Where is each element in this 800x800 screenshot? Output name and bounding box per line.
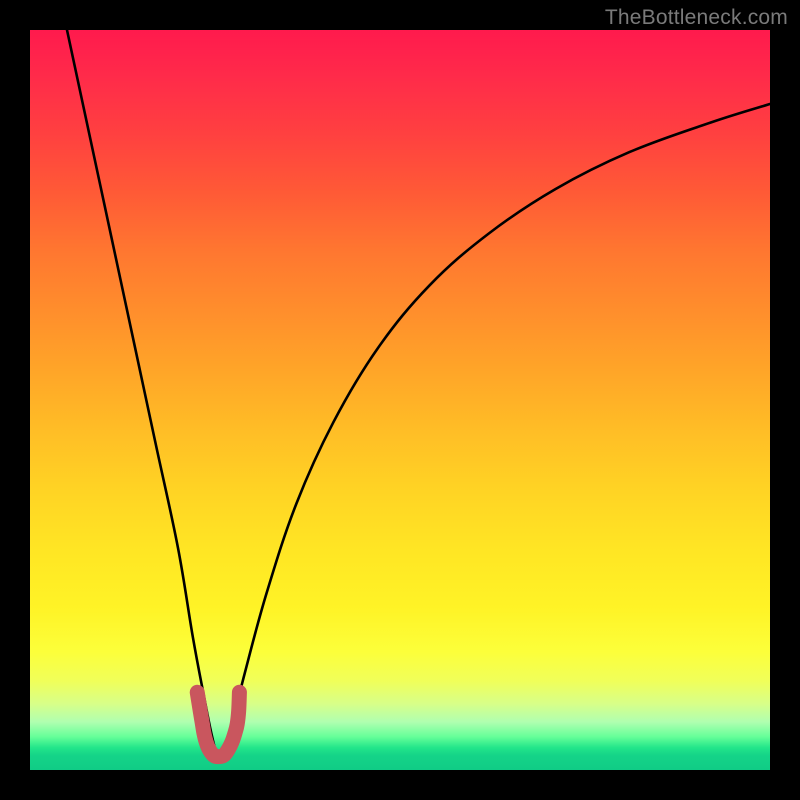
chart-plot-area	[30, 30, 770, 770]
chart-svg	[30, 30, 770, 770]
watermark-text: TheBottleneck.com	[605, 6, 788, 30]
valley-marker	[197, 692, 239, 756]
bottleneck-curve	[67, 30, 770, 758]
